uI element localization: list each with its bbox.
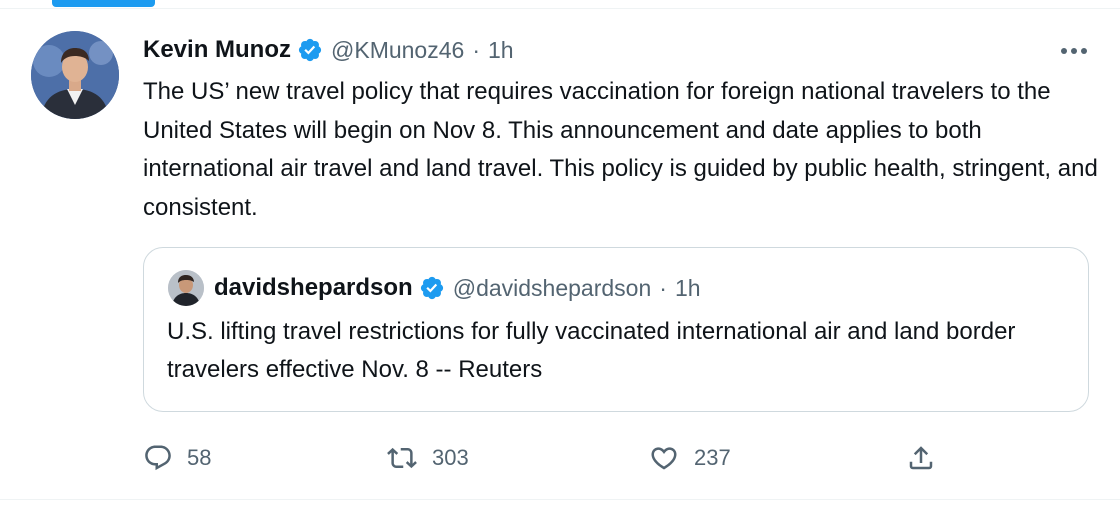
bottom-divider [0, 499, 1120, 500]
top-divider [0, 8, 1120, 9]
tweet-text: The US’ new travel policy that requires … [143, 78, 1098, 221]
quote-timestamp: 1h [674, 274, 701, 301]
share-icon [905, 443, 937, 473]
retweet-icon [386, 443, 418, 473]
tweet-timestamp[interactable]: 1h [488, 37, 514, 64]
heart-icon [648, 443, 680, 473]
author-display-name[interactable]: Kevin Munoz [143, 36, 291, 64]
like-button[interactable]: 237 [648, 436, 731, 480]
header-separator: · [472, 36, 480, 63]
quote-header: davidshepardson @davidshepardson · 1h [168, 268, 701, 308]
like-count: 237 [694, 445, 731, 470]
reply-button[interactable]: 58 [143, 436, 211, 480]
quote-author-handle: @davidshepardson [452, 274, 652, 301]
quote-separator: · [659, 274, 667, 301]
more-options-button[interactable] [1048, 36, 1100, 66]
more-horizontal-icon [1060, 42, 1088, 60]
tweet-header: Kevin Munoz @KMunoz46 · 1h [143, 31, 514, 69]
author-avatar[interactable] [31, 31, 119, 119]
share-button[interactable] [905, 436, 937, 480]
quote-author-avatar [168, 270, 204, 306]
verified-badge-icon [297, 37, 323, 63]
quote-tweet-text: U.S. lifting travel restrictions for ful… [167, 318, 1016, 383]
active-tab-indicator [52, 0, 155, 7]
retweet-count: 303 [432, 445, 469, 470]
tweet-actions: 58 303 237 [143, 436, 943, 480]
retweet-button[interactable]: 303 [386, 436, 469, 480]
quote-tweet-card[interactable]: davidshepardson @davidshepardson · 1h U.… [143, 247, 1089, 412]
quote-author-display-name: davidshepardson [214, 274, 413, 301]
quote-verified-badge-icon [419, 275, 445, 301]
author-handle[interactable]: @KMunoz46 [331, 37, 464, 64]
reply-count: 58 [187, 445, 212, 470]
reply-icon [143, 443, 173, 473]
